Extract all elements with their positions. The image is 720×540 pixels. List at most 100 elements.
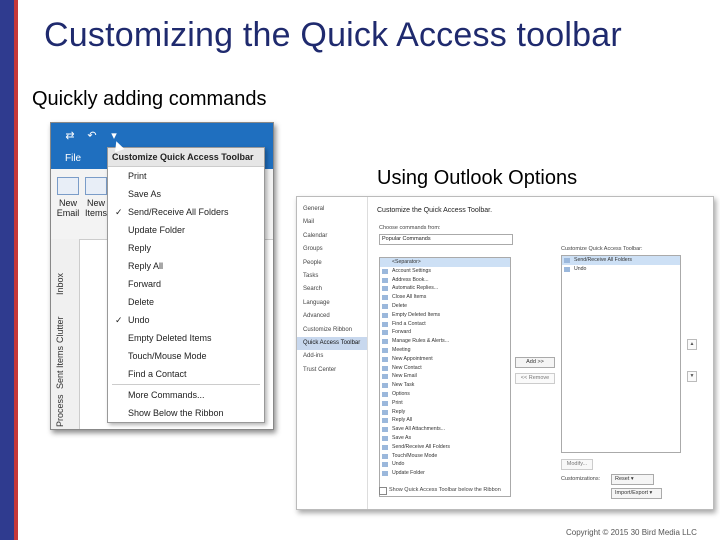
command-icon — [382, 330, 388, 336]
menu-item-find-contact[interactable]: Find a Contact — [108, 365, 264, 383]
command-label: <Separator> — [392, 259, 421, 265]
folder-pane: Inbox Clutter Sent Items Process — [51, 239, 80, 429]
folder-inbox[interactable]: Inbox — [55, 273, 65, 295]
list-item[interactable]: New Contact — [380, 364, 510, 373]
move-up-button[interactable]: ▲ — [687, 339, 697, 350]
outlook-options-screenshot: General Mail Calendar Groups People Task… — [296, 196, 714, 510]
nav-trust-center[interactable]: Trust Center — [297, 364, 367, 377]
menu-item-reply[interactable]: Reply — [108, 239, 264, 257]
nav-customize-ribbon[interactable]: Customize Ribbon — [297, 324, 367, 337]
list-item[interactable]: <Separator> — [380, 258, 510, 267]
subtitle-outlook-options: Using Outlook Options — [377, 167, 578, 189]
qat-commands-list[interactable]: Send/Receive All Folders Undo — [561, 255, 681, 453]
new-items-button[interactable]: New Items — [83, 177, 109, 218]
menu-item-send-receive[interactable]: ✓ Send/Receive All Folders — [108, 203, 264, 221]
customize-qat-label: Customize Quick Access Toolbar: — [561, 246, 643, 252]
list-item[interactable]: Forward — [380, 328, 510, 337]
new-email-button[interactable]: New Email — [55, 177, 81, 218]
choose-commands-dropdown[interactable]: Popular Commands — [379, 234, 513, 245]
command-label: Forward — [392, 329, 412, 336]
menu-item-print[interactable]: Print — [108, 167, 264, 185]
move-down-button[interactable]: ▼ — [687, 371, 697, 382]
menu-item-undo[interactable]: ✓ Undo — [108, 311, 264, 329]
new-email-label: New Email — [56, 198, 80, 218]
nav-people[interactable]: People — [297, 257, 367, 270]
menu-item-show-below[interactable]: Show Below the Ribbon — [108, 404, 264, 422]
command-icon — [382, 444, 388, 450]
nav-advanced[interactable]: Advanced — [297, 310, 367, 323]
nav-groups[interactable]: Groups — [297, 243, 367, 256]
menu-item-touch-mouse[interactable]: Touch/Mouse Mode — [108, 347, 264, 365]
list-item[interactable]: Manage Rules & Alerts... — [380, 337, 510, 346]
list-item[interactable]: New Appointment — [380, 355, 510, 364]
menu-item-delete[interactable]: Delete — [108, 293, 264, 311]
nav-quick-access-toolbar[interactable]: Quick Access Toolbar — [297, 336, 367, 351]
menu-item-label: Delete — [128, 297, 155, 307]
list-item[interactable]: Meeting — [380, 346, 510, 355]
import-export-button[interactable]: Import/Export ▾ — [611, 488, 662, 499]
list-item[interactable]: Update Folder — [380, 469, 510, 478]
menu-item-save-as[interactable]: Save As — [108, 185, 264, 203]
command-label: New Email — [392, 373, 417, 380]
nav-tasks[interactable]: Tasks — [297, 270, 367, 283]
add-button[interactable]: Add >> — [515, 357, 555, 368]
slide-left-accent — [14, 0, 18, 540]
list-item[interactable]: Delete — [380, 302, 510, 311]
list-item[interactable]: Address Book... — [380, 276, 510, 285]
list-item[interactable]: Find a Contact — [380, 320, 510, 329]
list-item[interactable]: Reply All — [380, 416, 510, 425]
command-label: Address Book... — [392, 276, 429, 283]
list-item[interactable]: Automatic Replies... — [380, 284, 510, 293]
menu-item-label: Update Folder — [128, 225, 186, 235]
list-item[interactable]: Undo — [562, 265, 680, 274]
folder-process[interactable]: Process — [55, 394, 65, 427]
menu-item-empty-deleted[interactable]: Empty Deleted Items — [108, 329, 264, 347]
list-item[interactable]: New Email — [380, 372, 510, 381]
list-item[interactable]: Close All Items — [380, 293, 510, 302]
copyright-footer: Copyright © 2015 30 Bird Media LLC — [566, 528, 697, 537]
command-icon — [382, 418, 388, 424]
menu-item-update-folder[interactable]: Update Folder — [108, 221, 264, 239]
nav-calendar[interactable]: Calendar — [297, 230, 367, 243]
list-item[interactable]: Save As — [380, 434, 510, 443]
commands-list[interactable]: <Separator> Account Settings Address Boo… — [379, 257, 511, 497]
command-icon — [382, 365, 388, 371]
undo-icon[interactable]: ↶ — [85, 129, 99, 143]
options-heading: Customize the Quick Access Toolbar. — [377, 207, 493, 214]
list-item[interactable]: Print — [380, 399, 510, 408]
list-item[interactable]: New Task — [380, 381, 510, 390]
send-receive-icon — [564, 258, 570, 263]
command-icon — [382, 286, 388, 292]
list-item[interactable]: Undo — [380, 460, 510, 469]
modify-button[interactable]: Modify... — [561, 459, 593, 470]
nav-mail[interactable]: Mail — [297, 216, 367, 229]
menu-item-reply-all[interactable]: Reply All — [108, 257, 264, 275]
nav-search[interactable]: Search — [297, 283, 367, 296]
reset-button[interactable]: Reset ▾ — [611, 474, 654, 485]
list-item[interactable]: Save All Attachments... — [380, 425, 510, 434]
command-label: Save As — [392, 434, 412, 441]
list-item[interactable]: Send/Receive All Folders — [562, 256, 680, 265]
checkmark-icon: ✓ — [115, 207, 123, 217]
list-item[interactable]: Empty Deleted Items — [380, 311, 510, 320]
menu-item-more-commands[interactable]: More Commands... — [108, 386, 264, 404]
list-item[interactable]: Send/Receive All Folders — [380, 443, 510, 452]
menu-item-forward[interactable]: Forward — [108, 275, 264, 293]
send-receive-icon[interactable]: ⇄ — [63, 129, 77, 143]
command-icon — [382, 295, 388, 301]
file-tab[interactable]: File — [65, 153, 81, 164]
folder-clutter[interactable]: Clutter — [55, 316, 65, 343]
list-item[interactable]: Reply — [380, 408, 510, 417]
command-label: Reply All — [392, 417, 413, 424]
list-item[interactable]: Touch/Mouse Mode — [380, 452, 510, 461]
nav-add-ins[interactable]: Add-ins — [297, 350, 367, 363]
show-below-checkbox[interactable] — [379, 487, 387, 495]
nav-general[interactable]: General — [297, 203, 367, 216]
list-item[interactable]: Options — [380, 390, 510, 399]
remove-button[interactable]: << Remove — [515, 373, 555, 384]
menu-divider — [112, 384, 260, 385]
folder-sent-items[interactable]: Sent Items — [55, 346, 65, 389]
list-item[interactable]: Account Settings — [380, 267, 510, 276]
nav-language[interactable]: Language — [297, 297, 367, 310]
menu-item-label: Find a Contact — [128, 369, 187, 379]
